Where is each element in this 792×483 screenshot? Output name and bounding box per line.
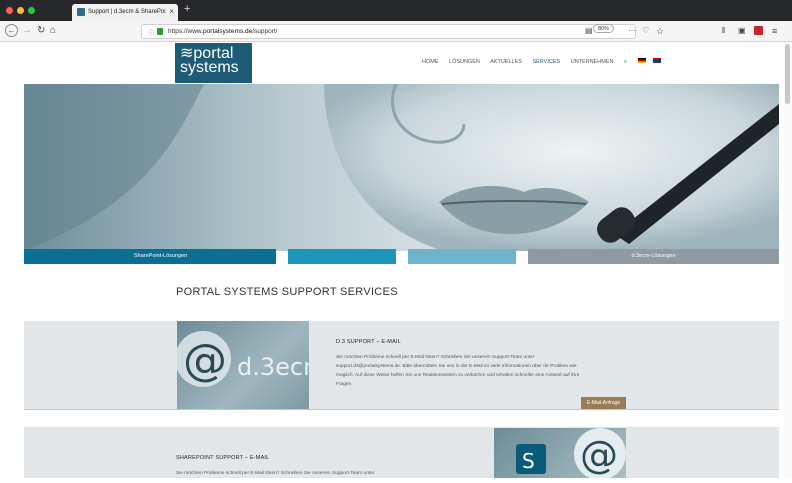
tab-title: Support | d.3ecm & SharePoi: [88, 9, 166, 15]
band-2[interactable]: [288, 249, 396, 264]
flag-de-icon[interactable]: [637, 58, 646, 63]
d3ecm-image: @ d.3ecm: [175, 321, 326, 409]
bookmark-star-icon[interactable]: ☆: [656, 25, 664, 37]
reload-icon[interactable]: ↻: [37, 25, 45, 37]
divider: [24, 409, 779, 410]
svg-text:@: @: [183, 335, 227, 386]
band-d3ecm-label: d.3ecm-Lösungen: [631, 253, 676, 259]
svg-text:@: @: [580, 433, 618, 477]
d3-support-line2: support.d3@portalsystems.de. Bitte überm…: [336, 364, 577, 369]
reader-icon[interactable]: ▤: [585, 25, 593, 37]
scrollbar-thumb[interactable]: [785, 44, 790, 104]
forward-icon[interactable]: →: [22, 25, 32, 37]
page-scrollbar[interactable]: [784, 42, 792, 478]
nav-loesungen[interactable]: LÖSUNGEN: [449, 59, 480, 65]
site-info-icon[interactable]: ⓘ: [148, 28, 154, 37]
site-logo[interactable]: ≋portal systems: [175, 43, 252, 83]
page-title: PORTAL SYSTEMS SUPPORT SERVICES: [176, 286, 398, 298]
close-window-button[interactable]: [6, 7, 13, 14]
library-icon[interactable]: ⫴: [722, 25, 725, 37]
url-path: /support/: [252, 28, 278, 35]
sharepoint-support-title: SHAREPOINT SUPPORT – E-MAIL: [176, 455, 270, 461]
url-domain: portalsystems.de: [203, 28, 253, 35]
address-bar[interactable]: ⓘ https://www.portalsystems.de/support/: [141, 24, 636, 39]
favicon-icon: [77, 8, 85, 16]
web-page: ≋portal systems HOME LÖSUNGEN AKTUELLES …: [0, 42, 792, 480]
nav-services[interactable]: SERVICES: [532, 59, 560, 65]
pocket-icon[interactable]: ♡: [642, 25, 649, 37]
menu-icon[interactable]: ≡: [772, 25, 777, 37]
zoom-level[interactable]: 80%: [593, 24, 615, 33]
search-icon[interactable]: ⌕: [624, 59, 627, 65]
nav-aktuelles[interactable]: AKTUELLES: [490, 59, 522, 65]
lock-icon: [157, 28, 163, 35]
minimize-window-button[interactable]: [17, 7, 24, 14]
band-d3ecm[interactable]: d.3ecm-Lösungen: [528, 249, 779, 264]
band-sharepoint-label: SharePoint-Lösungen: [134, 253, 188, 259]
zoom-window-button[interactable]: [28, 7, 35, 14]
d3-support-line1: Sie möchten Probleme schnell per E-Mail …: [336, 355, 535, 360]
url-prefix: https://www.: [168, 28, 204, 35]
flag-uk-icon[interactable]: [653, 58, 662, 63]
band-3[interactable]: [408, 249, 516, 264]
sidebar-icon[interactable]: ▣: [738, 25, 746, 37]
pdf-icon[interactable]: [754, 26, 763, 35]
sharepoint-support-line1: Sie möchten Probleme schnell per E-Mail …: [176, 471, 375, 476]
d3-support-line3: möglich. Auf diese Weise helfen Sie uns …: [336, 373, 580, 378]
more-icon[interactable]: ···: [628, 25, 636, 37]
logo-line2: systems: [180, 59, 239, 76]
svg-text:S: S: [522, 449, 535, 473]
d3-support-line4: Fragen.: [336, 382, 353, 387]
browser-tab[interactable]: Support | d.3ecm & SharePoi ×: [72, 4, 178, 21]
back-icon[interactable]: ←: [5, 24, 18, 37]
nav-unternehmen[interactable]: UNTERNEHMEN: [571, 59, 614, 65]
main-nav: HOME LÖSUNGEN AKTUELLES SERVICES UNTERNE…: [422, 58, 670, 66]
nav-home[interactable]: HOME: [422, 59, 439, 65]
d3ecm-image-label: d.3ecm: [237, 353, 309, 381]
close-tab-icon[interactable]: ×: [169, 7, 174, 16]
new-tab-icon[interactable]: +: [184, 3, 190, 15]
sharepoint-image: S @: [494, 428, 626, 480]
band-sharepoint[interactable]: SharePoint-Lösungen: [24, 249, 276, 264]
home-icon[interactable]: ⌂: [50, 25, 56, 37]
d3-support-title: D.3 SUPPORT – E-MAIL: [336, 339, 401, 345]
sharepoint-support-section: [24, 427, 779, 478]
hero-image: [24, 84, 779, 251]
browser-tab-bar: Support | d.3ecm & SharePoi × +: [0, 0, 792, 21]
browser-nav-bar: ← → ↻ ⌂ ⓘ https://www.portalsystems.de/s…: [0, 21, 792, 42]
